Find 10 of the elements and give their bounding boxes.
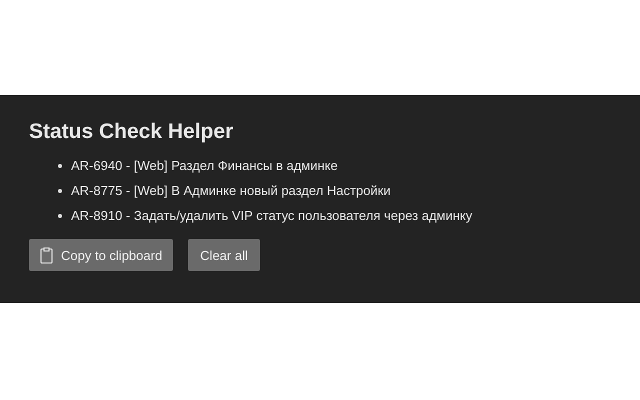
bullet-icon	[58, 188, 62, 192]
task-item: AR-8775 - [Web] В Админке новый раздел Настройки	[71, 183, 391, 198]
copy-button[interactable]: Copy to clipboard	[29, 239, 174, 271]
task-item: AR-6940 - [Web] Раздел Финансы в админке	[71, 158, 338, 173]
clear-button[interactable]: Clear all	[188, 239, 260, 271]
bullet-icon	[58, 214, 62, 218]
clipboard-icon	[40, 246, 53, 264]
task-item: AR-8910 - Задать/удалить VIP статус пользователя через админку	[71, 208, 472, 223]
app-title: Status Check Helper	[29, 119, 234, 145]
bullet-icon	[58, 164, 62, 168]
